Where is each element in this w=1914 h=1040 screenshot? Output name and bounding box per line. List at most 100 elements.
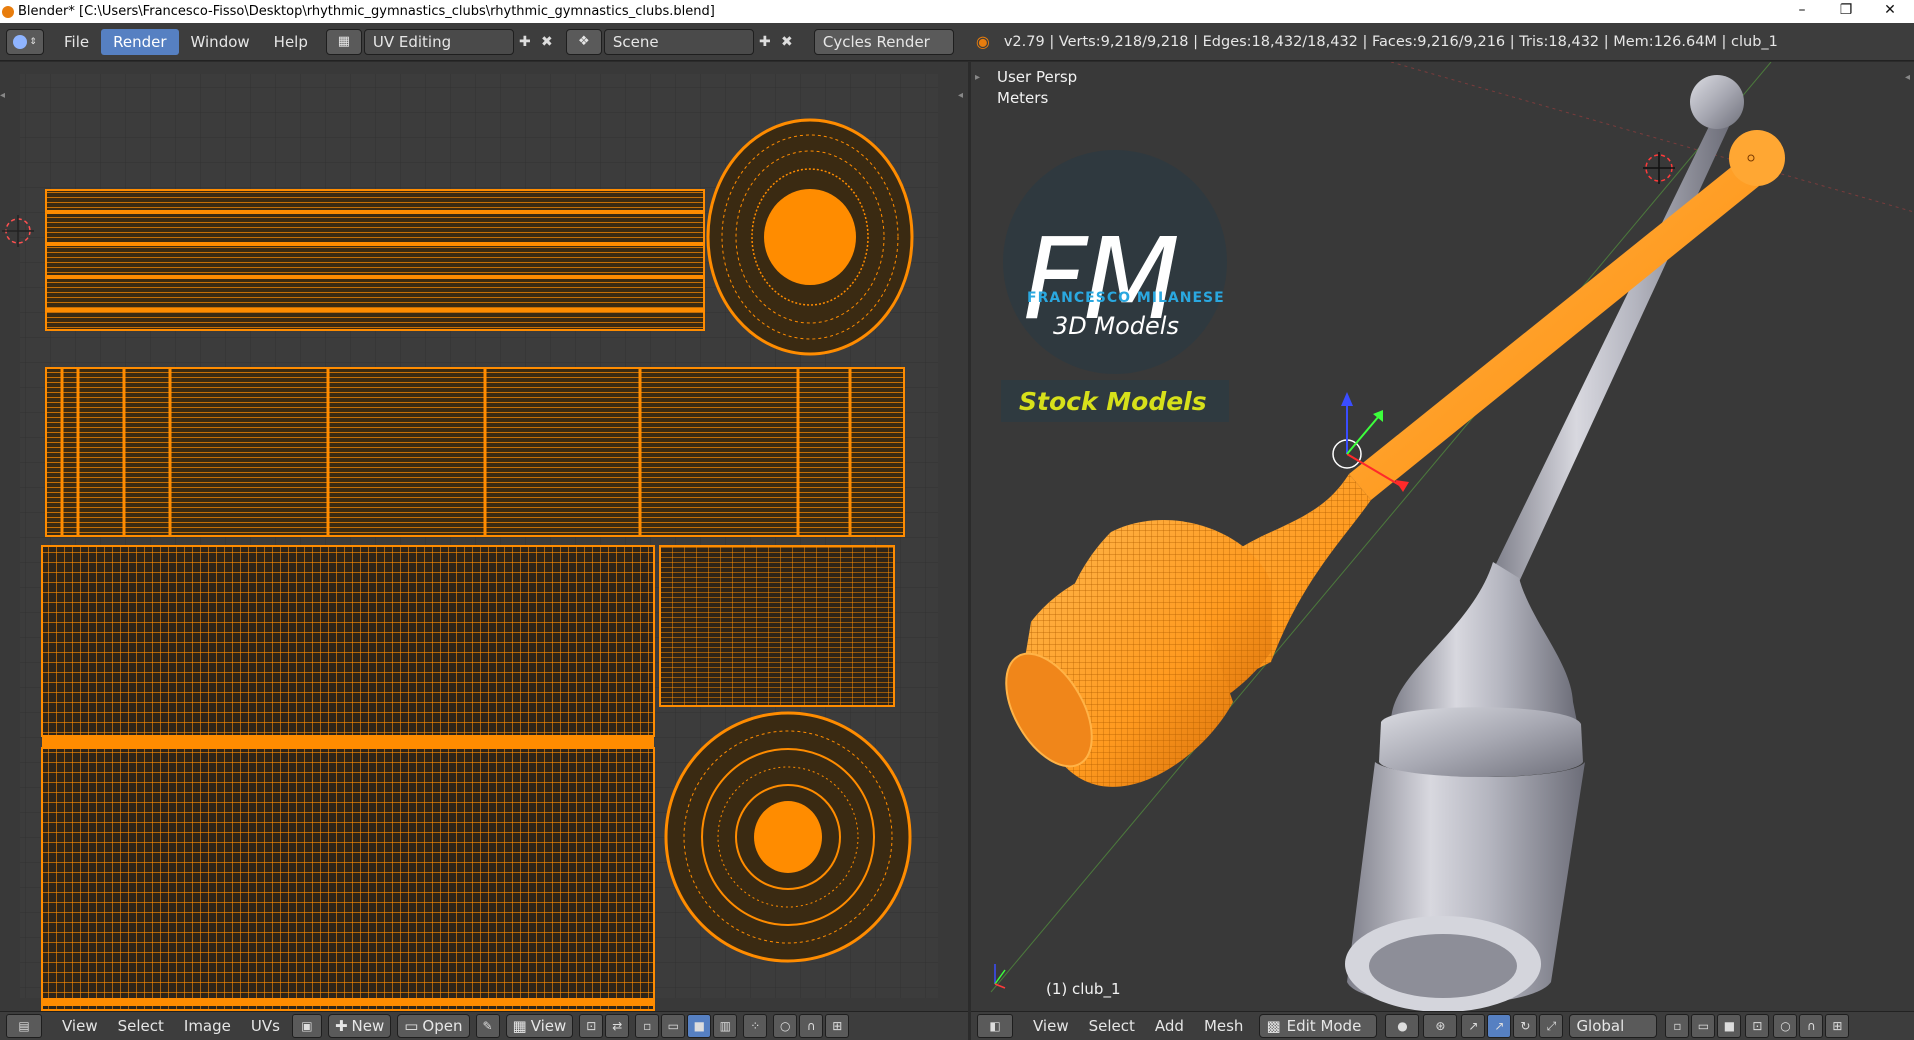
face-select-icon[interactable]: ■ xyxy=(687,1014,712,1038)
viewport-canvas[interactable]: FM FRANCESCO MILANESE 3D Models Stock Mo… xyxy=(971,61,1914,1012)
scene-name-field[interactable]: Scene xyxy=(603,28,754,55)
menu-window[interactable]: Window xyxy=(179,29,262,55)
uv-island-seam xyxy=(42,736,654,748)
add-layout-icon[interactable]: ✚ xyxy=(514,31,536,53)
maximize-button[interactable]: ❐ xyxy=(1824,0,1868,23)
view-name-label: User Persp xyxy=(997,68,1078,86)
info-icon xyxy=(13,34,28,49)
image-editor-icon: ▤ xyxy=(18,1019,30,1033)
vp-menu-add[interactable]: Add xyxy=(1145,1013,1194,1040)
uv-island-block[interactable] xyxy=(41,747,655,1011)
view-mode-label: View xyxy=(530,1017,567,1035)
uv-menu-uvs[interactable]: UVs xyxy=(241,1013,290,1040)
transform-orientation-select[interactable]: Global xyxy=(1569,1014,1658,1038)
uv-menu-select[interactable]: Select xyxy=(108,1013,174,1040)
open-image-label: Open xyxy=(422,1017,463,1035)
uv-editor-header: ▤ View Select Image UVs ▣ ✚ New ▭ Open ✎ ▦… xyxy=(0,1011,968,1040)
3d-view-icon: ◧ xyxy=(989,1019,1001,1033)
island-select-icon[interactable]: ▥ xyxy=(713,1014,738,1038)
edge-select-icon[interactable]: ▭ xyxy=(661,1014,686,1038)
area-split-handle-icon[interactable]: ◂ xyxy=(958,90,963,101)
units-label: Meters xyxy=(997,89,1049,107)
scene-icon: ❖ xyxy=(578,34,590,49)
fm-banner: Stock Models xyxy=(1019,387,1207,416)
sticky-mode-icon[interactable]: ⁘ xyxy=(743,1014,768,1038)
scale-manipulator-icon[interactable]: ⤢ xyxy=(1539,1014,1564,1038)
editor-type-info-button[interactable]: ⇕ xyxy=(6,28,44,55)
vertex-select-icon[interactable]: ▫ xyxy=(635,1014,660,1038)
vp-menu-select[interactable]: Select xyxy=(1079,1013,1145,1040)
object-name-label: (1) club_1 xyxy=(1046,980,1121,998)
pivot-icon[interactable]: ⊡ xyxy=(579,1014,604,1038)
render-engine-label: Cycles Render xyxy=(822,32,930,51)
menu-help[interactable]: Help xyxy=(262,29,320,55)
plus-icon: ✚ xyxy=(334,1017,348,1035)
image-browse-button[interactable]: ▣ xyxy=(291,1014,322,1038)
layout-browse-button[interactable]: ▦ xyxy=(325,28,362,55)
area-split-handle-icon[interactable]: ◂ xyxy=(0,90,5,101)
render-engine-select[interactable]: Cycles Render xyxy=(813,28,954,55)
uv-menu-view[interactable]: View xyxy=(52,1013,108,1040)
editor-type-3d-button[interactable]: ◧ xyxy=(977,1014,1013,1038)
scene-browse-button[interactable]: ❖ xyxy=(565,28,602,55)
pivot-point-icon[interactable]: ⊛ xyxy=(1423,1014,1458,1038)
uv-menu-image[interactable]: Image xyxy=(174,1013,241,1040)
open-image-button[interactable]: ▭ Open xyxy=(397,1014,470,1038)
sync-selection-icon[interactable]: ⇄ xyxy=(605,1014,630,1038)
add-scene-icon[interactable]: ✚ xyxy=(754,31,776,53)
uv-canvas[interactable] xyxy=(0,62,968,1011)
proportional-edit-icon[interactable]: ○ xyxy=(773,1014,798,1038)
snap-icon[interactable]: ∩ xyxy=(799,1014,824,1038)
close-window-button[interactable]: ✕ xyxy=(1868,0,1912,23)
uv-image-editor[interactable]: ◂ ◂ xyxy=(0,62,968,1011)
blender-icon: ◉ xyxy=(975,32,990,51)
layout-name-field[interactable]: UV Editing xyxy=(363,28,514,55)
menu-file[interactable]: File xyxy=(52,29,101,55)
view-mode-icon: ▦ xyxy=(512,1017,527,1035)
fm-brand: FRANCESCO MILANESE xyxy=(1027,290,1225,306)
snap-element-icon[interactable]: ⊞ xyxy=(825,1014,850,1038)
delete-layout-icon[interactable]: ✖ xyxy=(536,31,558,53)
pin-icon[interactable]: ✎ xyxy=(475,1014,500,1038)
rotate-manipulator-icon[interactable]: ↻ xyxy=(1513,1014,1538,1038)
uv-island-disc[interactable] xyxy=(664,711,912,963)
image-browse-icon: ▣ xyxy=(301,1019,313,1033)
area-split-handle-icon[interactable]: ◂ xyxy=(1905,72,1910,83)
chevron-updown-icon: ⇕ xyxy=(29,36,37,47)
face-mode-icon[interactable]: ■ xyxy=(1717,1014,1742,1038)
editor-type-uv-button[interactable]: ▤ xyxy=(6,1014,42,1038)
viewport-shading-icon[interactable]: ● xyxy=(1385,1014,1420,1038)
snap-element-vp-icon[interactable]: ⊞ xyxy=(1825,1014,1850,1038)
uv-island-block[interactable] xyxy=(659,545,895,707)
window-titlebar: Blender* [C:\Users\Francesco-Fisso\Deskt… xyxy=(0,0,1914,23)
uv-island-strip[interactable] xyxy=(45,367,905,537)
new-image-button[interactable]: ✚ New xyxy=(327,1014,392,1038)
mode-select[interactable]: ▩ Edit Mode xyxy=(1259,1014,1378,1038)
uv-island-disc[interactable] xyxy=(706,118,914,356)
view-mode-select[interactable]: ▦ View xyxy=(505,1014,574,1038)
proportional-edit-vp-icon[interactable]: ○ xyxy=(1773,1014,1798,1038)
edit-mode-icon: ▩ xyxy=(1266,1017,1281,1035)
manipulator-toggle-icon[interactable]: ↗ xyxy=(1461,1014,1486,1038)
fm-watermark-logo: FM FRANCESCO MILANESE 3D Models Stock Mo… xyxy=(1001,150,1229,422)
vp-menu-mesh[interactable]: Mesh xyxy=(1194,1013,1254,1040)
menu-render[interactable]: Render xyxy=(101,28,179,55)
info-header: ⇕ File Render Window Help ▦ UV Editing ✚… xyxy=(0,23,1914,61)
uv-island-block[interactable] xyxy=(41,545,655,737)
area-split-handle-icon[interactable]: ▸ xyxy=(975,72,980,83)
new-image-label: New xyxy=(351,1017,385,1035)
3d-viewport[interactable]: FM FRANCESCO MILANESE 3D Models Stock Mo… xyxy=(971,61,1914,1012)
minimize-button[interactable]: – xyxy=(1780,0,1824,23)
window-title: Blender* [C:\Users\Francesco-Fisso\Deskt… xyxy=(18,4,715,19)
vp-menu-view[interactable]: View xyxy=(1023,1013,1079,1040)
edge-mode-icon[interactable]: ▭ xyxy=(1691,1014,1716,1038)
snap-vp-icon[interactable]: ∩ xyxy=(1799,1014,1824,1038)
delete-scene-icon[interactable]: ✖ xyxy=(776,31,798,53)
blender-logo-icon xyxy=(2,5,14,18)
occlude-geometry-icon[interactable]: ⊡ xyxy=(1745,1014,1770,1038)
scene-stats: v2.79 | Verts:9,218/9,218 | Edges:18,432… xyxy=(1003,33,1778,50)
fm-subtitle: 3D Models xyxy=(1053,312,1179,340)
vertex-mode-icon[interactable]: ▫ xyxy=(1665,1014,1690,1038)
translate-manipulator-icon[interactable]: ↗ xyxy=(1487,1014,1512,1038)
mode-label: Edit Mode xyxy=(1286,1017,1362,1035)
